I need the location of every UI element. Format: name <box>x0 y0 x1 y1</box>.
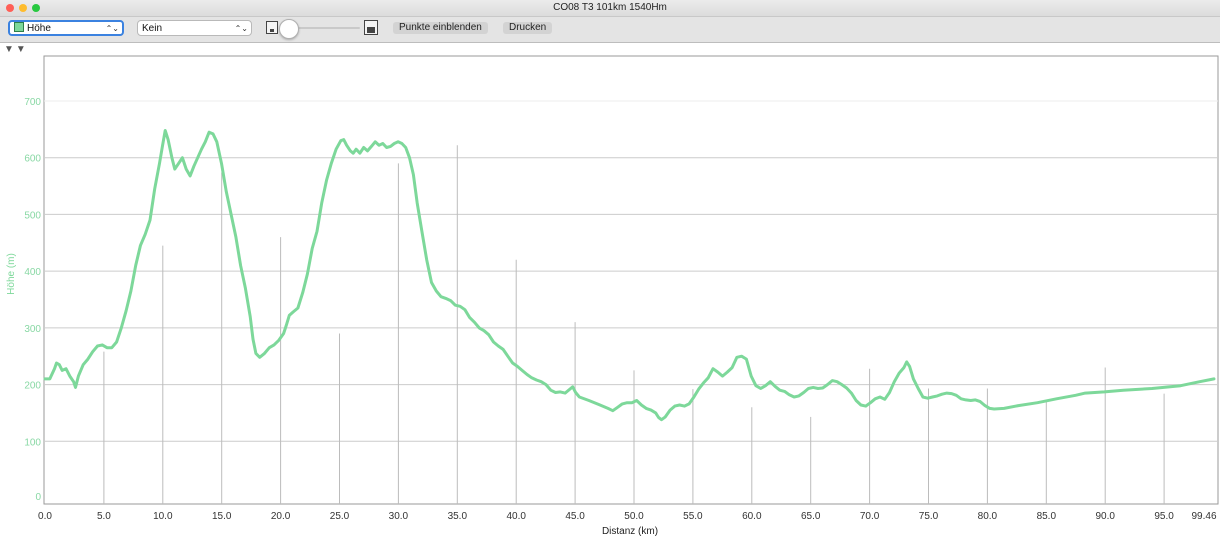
y-axis-ticks: 0 100 200 300 400 500 600 700 <box>24 97 41 503</box>
x-tick-label: 30.0 <box>389 511 409 522</box>
x-tick-label: 25.0 <box>330 511 350 522</box>
secondary-metric-select[interactable]: Kein ⌃⌄ <box>137 20 252 36</box>
x-tick-label: 60.0 <box>742 511 762 522</box>
y-tick-label: 600 <box>24 154 41 165</box>
elevation-series-line <box>43 129 1216 422</box>
chart-grid <box>43 55 1219 505</box>
x-tick-label: 80.0 <box>978 511 998 522</box>
x-tick-label: 10.0 <box>153 511 173 522</box>
y-axis-label: Höhe (m) <box>6 253 17 295</box>
x-tick-label: 99.46 <box>1191 511 1216 522</box>
x-tick-label: 90.0 <box>1095 511 1115 522</box>
show-points-button[interactable]: Punkte einblenden <box>393 22 488 34</box>
chevron-updown-icon: ⌃⌄ <box>234 24 248 33</box>
print-button[interactable]: Drucken <box>503 22 553 34</box>
x-tick-label: 75.0 <box>919 511 939 522</box>
y-tick-label: 100 <box>24 437 41 448</box>
x-tick-label: 0.0 <box>38 511 52 522</box>
window-title: CO08 T3 101km 1540Hm <box>553 2 667 13</box>
title-bar[interactable]: CO08 T3 101km 1540Hm <box>0 0 1220 17</box>
zoom-slider-knob[interactable] <box>279 19 299 39</box>
zoom-out-icon[interactable] <box>266 21 278 34</box>
y-tick-label: 500 <box>24 210 41 221</box>
y-tick-label: 200 <box>24 381 41 392</box>
toolbar: Höhe ⌃⌄ Kein ⌃⌄ Punkte einblenden Drucke… <box>0 17 1220 43</box>
x-tick-label: 15.0 <box>212 511 232 522</box>
x-tick-label: 5.0 <box>97 511 111 522</box>
x-tick-label: 55.0 <box>683 511 703 522</box>
x-tick-label: 40.0 <box>506 511 526 522</box>
x-tick-label: 20.0 <box>271 511 291 522</box>
elevation-chart[interactable]: 0 100 200 300 400 500 600 700 0.0 5.0 10.0 15.0 20.… <box>0 44 1220 540</box>
x-tick-label: 50.0 <box>624 511 644 522</box>
x-tick-label: 70.0 <box>860 511 880 522</box>
metric-select-value: Höhe <box>27 23 51 34</box>
x-tick-label: 85.0 <box>1037 511 1057 522</box>
x-axis-ticks: 0.0 5.0 10.0 15.0 20.0 25.0 30.0 35.0 40.0 45.0 50… <box>38 511 1217 522</box>
x-tick-label: 65.0 <box>801 511 821 522</box>
y-tick-label: 700 <box>24 97 41 108</box>
y-tick-label: 0 <box>35 492 41 503</box>
chevron-updown-icon: ⌃⌄ <box>105 24 119 33</box>
x-axis-label: Distanz (km) <box>602 526 658 537</box>
secondary-select-value: Kein <box>142 23 163 34</box>
zoom-in-icon[interactable] <box>364 20 378 35</box>
y-tick-label: 300 <box>24 324 41 335</box>
x-tick-label: 45.0 <box>565 511 585 522</box>
plot-frame <box>43 55 1219 505</box>
metric-color-swatch <box>14 22 24 32</box>
y-tick-label: 400 <box>24 267 41 278</box>
x-tick-label: 95.0 <box>1154 511 1174 522</box>
metric-select[interactable]: Höhe ⌃⌄ <box>8 20 124 36</box>
x-tick-label: 35.0 <box>448 511 468 522</box>
